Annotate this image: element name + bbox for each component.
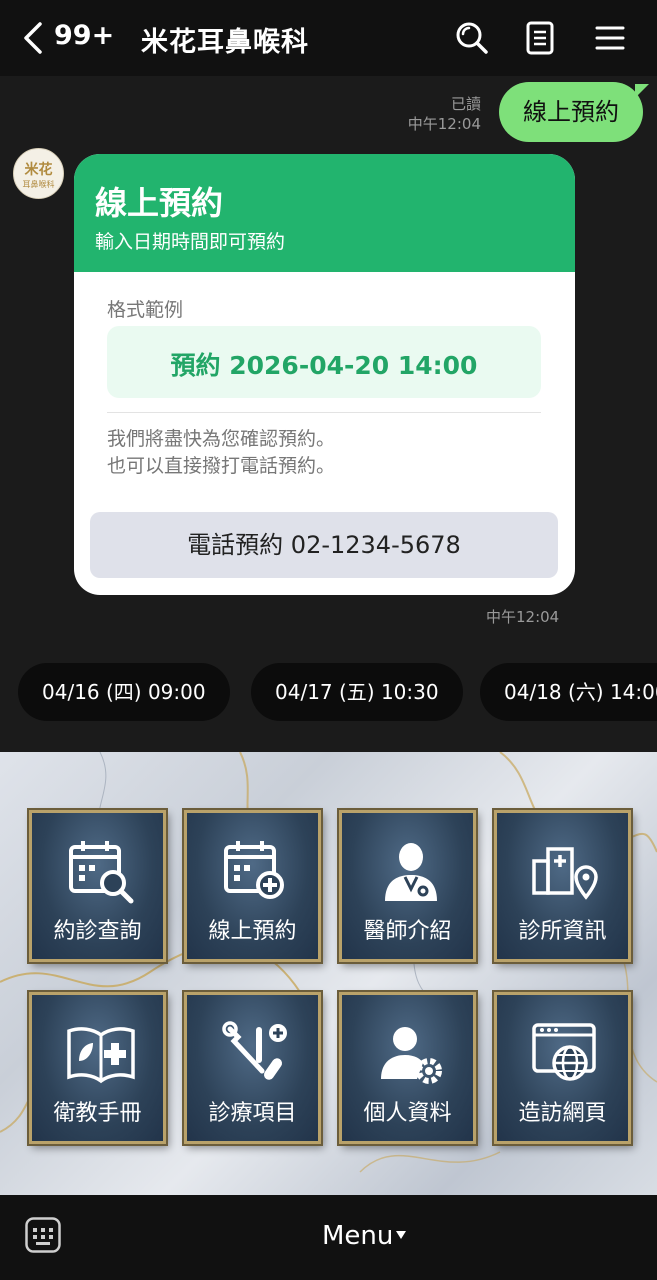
reservation-card: 線上預約 輸入日期時間即可預約 格式範例 預約 2026-04-20 14:00… <box>74 154 575 595</box>
notes-icon[interactable] <box>520 18 560 58</box>
format-example: 預約 2026-04-20 14:00 <box>170 351 478 380</box>
quick-reply-chip[interactable]: 04/16 (四) 09:00 <box>18 663 230 721</box>
note-line-1: 我們將盡快為您確認預約。 <box>107 428 336 450</box>
avatar-subtitle: 耳鼻喉科 <box>22 180 55 189</box>
menu-tile-treatments[interactable]: 診療項目 <box>184 992 321 1144</box>
user-settings-icon <box>381 1027 442 1084</box>
card-divider <box>107 412 541 413</box>
tile-label: 診所資訊 <box>518 919 607 944</box>
menu-tile-health-handbook[interactable]: 衛教手冊 <box>29 992 166 1144</box>
card-note: 我們將盡快為您確認預約。 也可以直接撥打電話預約。 <box>107 426 335 480</box>
health-book-icon <box>67 1027 135 1084</box>
tile-label: 個人資料 <box>363 1101 452 1126</box>
menu-toggle[interactable]: Menu <box>322 1221 393 1251</box>
menu-tile-website[interactable]: 造訪網頁 <box>494 992 631 1144</box>
quick-reply-chip[interactable]: 04/17 (五) 10:30 <box>251 663 463 721</box>
tile-label: 造訪網頁 <box>518 1101 607 1126</box>
format-example-box: 預約 2026-04-20 14:00 <box>107 326 541 398</box>
phone-reservation-button[interactable]: 電話預約 02-1234-5678 <box>90 512 558 578</box>
read-status: 已讀 <box>450 95 481 113</box>
avatar-title: 米花 <box>24 162 53 178</box>
menu-tile-doctors[interactable]: 醫師介紹 <box>339 810 476 962</box>
caret-down-icon[interactable] <box>396 1231 406 1239</box>
card-header: 線上預約 輸入日期時間即可預約 <box>74 154 575 272</box>
medical-tools-icon <box>222 1021 287 1080</box>
tile-label: 約診查詢 <box>53 919 142 944</box>
chat-area[interactable]: 已讀 中午12:04 線上預約 米花 耳鼻喉科 線上預約 輸入日期時間即可預約 … <box>0 76 657 752</box>
outgoing-message-bubble[interactable]: 線上預約 <box>499 82 643 142</box>
rich-menu: 約診查詢 線上預約 醫師介紹 診所資訊 衛教手冊 診療項目 個人資料 造訪網頁 <box>0 752 657 1195</box>
card-title: 線上預約 <box>95 184 224 222</box>
tile-label: 診療項目 <box>208 1101 297 1126</box>
keyboard-icon[interactable] <box>25 1217 61 1253</box>
doctor-icon <box>385 843 437 901</box>
search-icon[interactable] <box>452 18 492 58</box>
format-label: 格式範例 <box>107 299 184 321</box>
hamburger-menu-icon[interactable] <box>590 18 630 58</box>
menu-tile-clinic-info[interactable]: 診所資訊 <box>494 810 631 962</box>
message-time: 中午12:04 <box>407 115 481 133</box>
note-line-2: 也可以直接撥打電話預約。 <box>107 455 336 477</box>
bottom-bar: Menu <box>0 1195 657 1280</box>
menu-tile-profile[interactable]: 個人資料 <box>339 992 476 1144</box>
chat-header: 99+ 米花耳鼻喉科 <box>0 0 657 76</box>
tile-label: 醫師介紹 <box>363 919 452 944</box>
message-meta: 已讀 中午12:04 <box>408 94 481 134</box>
menu-tile-online-booking[interactable]: 線上預約 <box>184 810 321 962</box>
clinic-avatar[interactable]: 米花 耳鼻喉科 <box>13 148 64 199</box>
quick-reply-chip[interactable]: 04/18 (六) 14:00 <box>480 663 657 721</box>
unread-count[interactable]: 99+ <box>54 20 114 51</box>
tile-label: 衛教手冊 <box>53 1101 142 1126</box>
back-arrow-icon[interactable] <box>18 18 48 58</box>
card-subtitle: 輸入日期時間即可預約 <box>95 231 286 253</box>
tile-label: 線上預約 <box>208 919 297 944</box>
menu-tile-appointment-query[interactable]: 約診查詢 <box>29 810 166 962</box>
web-globe-icon <box>532 1023 596 1081</box>
calendar-add-icon <box>224 841 284 899</box>
hospital-location-icon <box>532 847 598 900</box>
card-time: 中午12:04 <box>486 608 560 626</box>
calendar-search-icon <box>69 841 134 904</box>
chat-title[interactable]: 米花耳鼻喉科 <box>141 20 309 59</box>
